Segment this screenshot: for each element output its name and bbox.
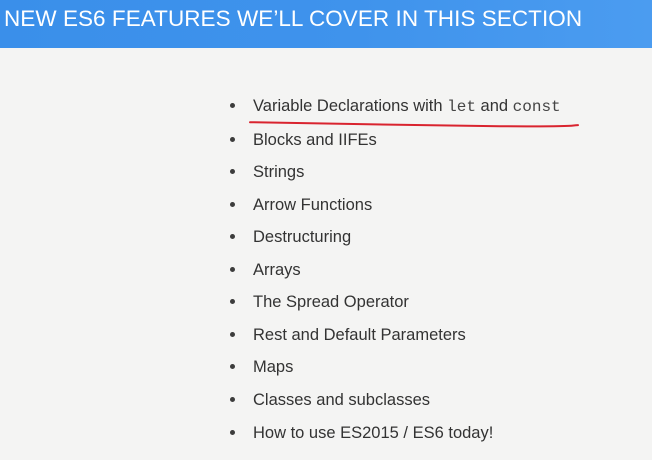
bullet-icon <box>230 430 235 435</box>
bullet-icon <box>230 267 235 272</box>
bullet-icon <box>230 332 235 337</box>
list-item-label: Blocks and IIFEs <box>253 131 377 149</box>
list-item-label: Classes and subclasses <box>253 391 431 409</box>
bullet-icon <box>230 169 235 174</box>
list-item-label: Maps <box>253 358 294 376</box>
list-item-label: Destructuring <box>253 228 352 246</box>
code-keyword-let: let <box>447 98 476 116</box>
list-item-label: Arrays <box>253 261 301 279</box>
bullet-icon <box>230 103 235 108</box>
red-underline-annotation <box>249 121 579 128</box>
bullet-icon <box>230 137 235 142</box>
code-keyword-const: const <box>512 98 561 116</box>
bullet-icon <box>230 234 235 239</box>
list-item-label: Rest and Default Parameters <box>253 326 466 344</box>
list-item-text: Variable Declarations with <box>253 97 448 115</box>
bullet-icon <box>230 397 235 402</box>
list-item-label: The Spread Operator <box>253 293 409 311</box>
list-item-joiner: and <box>475 97 513 115</box>
list-item-label: Variable Declarations with let and const <box>253 96 561 117</box>
bullet-icon <box>230 364 235 369</box>
list-item-label: Strings <box>253 163 305 181</box>
underline-stroke <box>249 121 579 128</box>
bullet-icon <box>230 202 235 207</box>
list-item-label: How to use ES2015 / ES6 today! <box>253 424 494 442</box>
bullet-icon <box>230 299 235 304</box>
feature-list: Variable Declarations with let and const… <box>0 0 652 460</box>
list-item-label: Arrow Functions <box>253 196 373 214</box>
